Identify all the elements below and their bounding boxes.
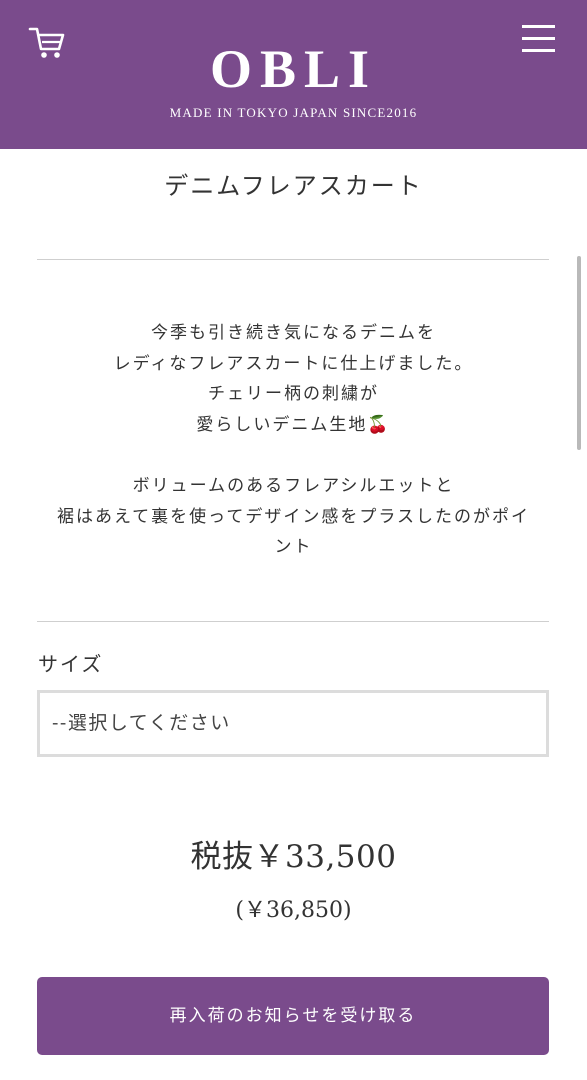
hamburger-menu-icon — [522, 25, 555, 52]
site-tagline: MADE IN TOKYO JAPAN SINCE2016 — [169, 105, 418, 120]
price-incl-tax: (￥36,850) — [235, 898, 352, 923]
description-text: 愛らしいデニム生地 — [196, 414, 368, 435]
site-header: OBLI MADE IN TOKYO JAPAN SINCE2016 — [0, 0, 587, 149]
size-select-value: --選択してください — [52, 712, 231, 734]
menu-button[interactable] — [517, 20, 561, 60]
description-line: レディなフレアスカートに仕上げました。 — [113, 353, 474, 374]
description-line: ント — [274, 537, 313, 557]
scrollbar[interactable] — [577, 256, 581, 450]
description-line: 今季も引き続き気になるデニムを — [151, 323, 436, 343]
restock-notify-button[interactable]: 再入荷のお知らせを受け取る — [37, 977, 549, 1055]
description-line: 愛らしいデニム生地🍒 — [30, 410, 557, 441]
product-description: 今季も引き続き気になるデニムを レディなフレアスカートに仕上げました。 チェリー… — [30, 318, 557, 563]
description-line: ボリュームのあるフレアシルエットと — [132, 476, 455, 496]
description-line: 裾はあえて裏を使ってデザイン感をプラスしたのがポイ — [57, 506, 530, 527]
description-line: チェリー柄の刺繍が — [208, 384, 379, 404]
price-excl-tax: 税抜￥33,500 — [190, 839, 397, 875]
size-label: サイズ — [38, 652, 104, 676]
size-select[interactable]: --選択してください — [37, 690, 549, 757]
cherry-icon: 🍒 — [367, 414, 391, 435]
divider-top — [37, 259, 549, 260]
site-logo[interactable]: OBLI — [0, 38, 587, 100]
divider-bottom — [37, 621, 549, 622]
product-title: デニムフレアスカート — [164, 172, 423, 200]
